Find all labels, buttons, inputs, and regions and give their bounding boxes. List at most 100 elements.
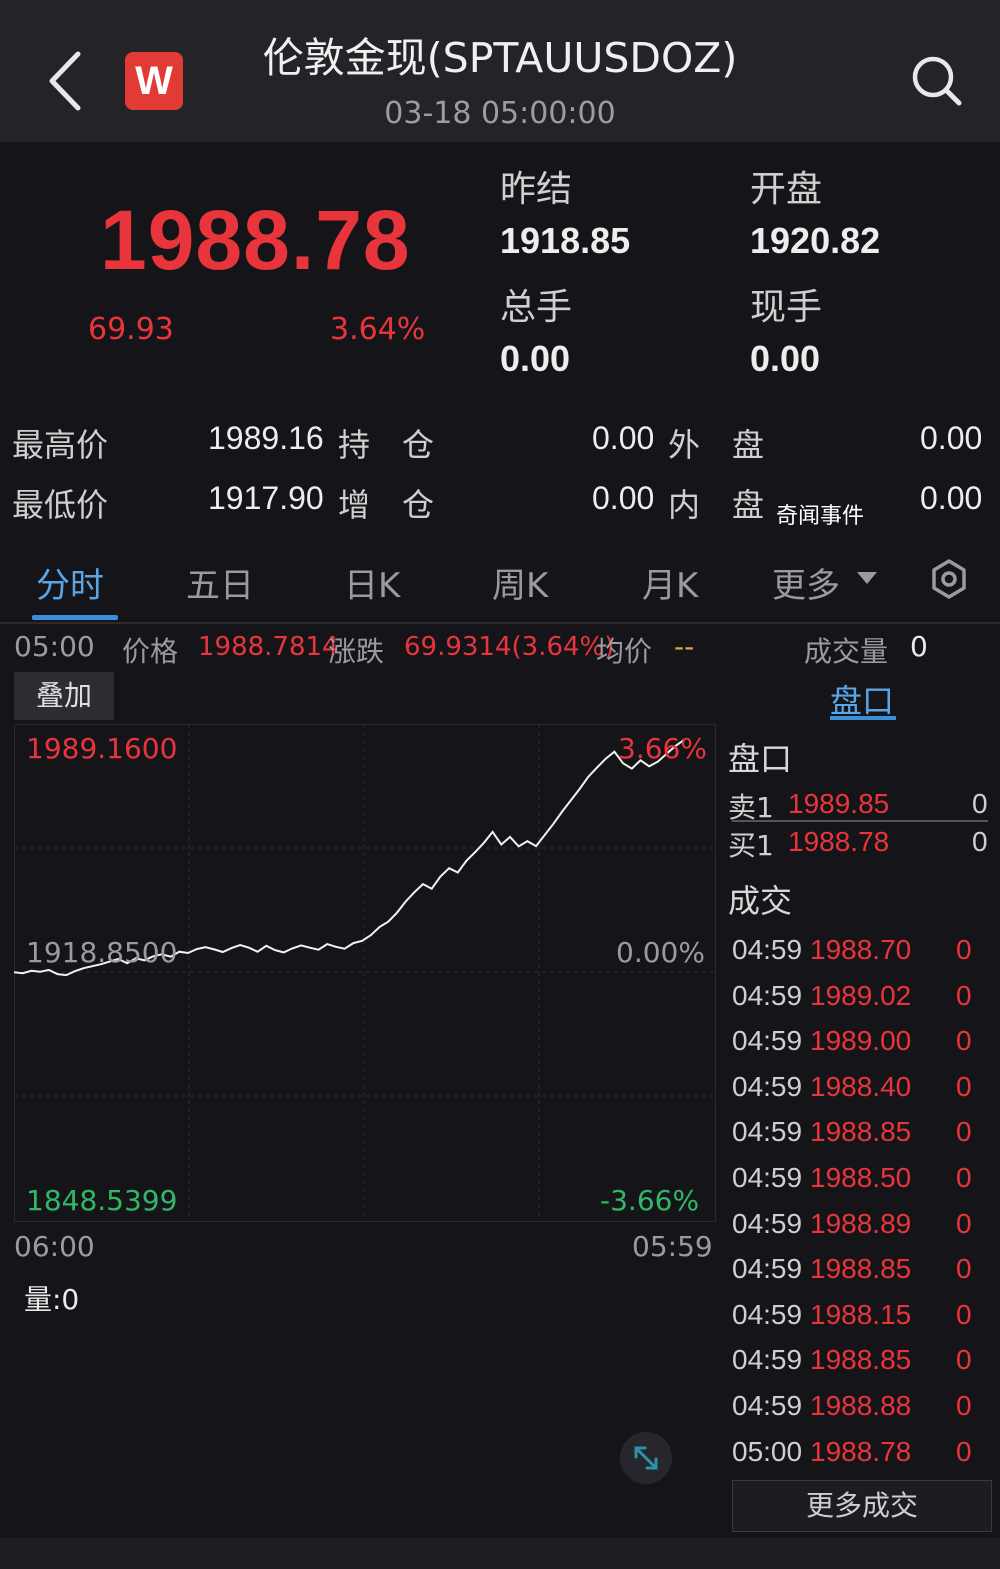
- info-time: 05:00: [14, 630, 95, 663]
- trade-time: 04:59: [732, 1025, 803, 1057]
- inner-label: 内 盘: [668, 486, 765, 524]
- trade-volume: 0: [956, 934, 972, 965]
- info-volume: 0: [910, 630, 928, 663]
- tabs-divider: [0, 622, 1000, 624]
- trade-time: 04:59: [732, 1344, 803, 1376]
- price-change-pct: 3.64%: [330, 312, 426, 347]
- dropdown-triangle-icon[interactable]: [856, 570, 878, 586]
- info-volume-label: 成交量: [804, 635, 889, 668]
- trade-time: 04:59: [732, 1298, 803, 1330]
- trade-volume: 0: [956, 1344, 972, 1376]
- sell1-price: 1989.85: [788, 788, 890, 819]
- trade-volume: 0: [956, 1025, 972, 1057]
- info-change: 69.9314(3.64%): [404, 632, 615, 662]
- high-label: 最高价: [12, 426, 109, 464]
- hold-label: 持 仓: [338, 426, 435, 464]
- expand-button[interactable]: [620, 1432, 672, 1484]
- buy1-volume: 0: [972, 826, 988, 857]
- more-trades-button[interactable]: 更多成交: [732, 1480, 992, 1532]
- tab-monthly-k[interactable]: 月K: [642, 558, 698, 607]
- volume-chart: [14, 1268, 714, 1530]
- trade-time: 04:59: [732, 1070, 803, 1102]
- info-avg: --: [674, 630, 695, 663]
- trade-volume: 0: [956, 1435, 972, 1467]
- volume-label: 量:0: [24, 1283, 80, 1316]
- trade-price: 1988.70: [810, 934, 912, 965]
- trade-price: 1988.89: [810, 1207, 912, 1239]
- trade-time: 05:00: [732, 1435, 803, 1467]
- pankou-title: 盘口: [728, 740, 793, 778]
- trade-volume: 0: [956, 1070, 972, 1102]
- orderbook-divider: [732, 820, 988, 822]
- trade-price: 1988.40: [810, 1070, 912, 1102]
- info-price-label: 价格: [122, 635, 179, 668]
- low-value: 1917.90: [208, 480, 324, 516]
- tab-intraday[interactable]: 分时: [36, 558, 104, 607]
- pankou-tab-indicator: [830, 716, 896, 720]
- quote-timestamp: 03-18 05:00:00: [384, 96, 616, 131]
- add-value: 0.00: [592, 480, 655, 516]
- trade-price: 1988.85: [810, 1116, 912, 1148]
- page-title: 伦敦金现(SPTAUUSDOZ): [262, 34, 738, 82]
- trade-time: 04:59: [732, 1390, 803, 1421]
- trade-price: 1988.85: [810, 1253, 912, 1285]
- trade-price: 1988.50: [810, 1162, 912, 1193]
- trade-price: 1988.78: [810, 1435, 912, 1467]
- total-hands-value: 0.00: [500, 338, 571, 379]
- overlay-button[interactable]: 叠加: [14, 672, 114, 720]
- tab-daily-k[interactable]: 日K: [344, 558, 400, 607]
- trade-time: 04:59: [732, 979, 803, 1011]
- trade-price: 1989.02: [810, 979, 912, 1011]
- y-mid-label: 1918.8500: [26, 936, 178, 969]
- trade-price: 1988.15: [810, 1298, 912, 1330]
- buy1-price: 1988.78: [788, 826, 890, 857]
- open-label: 开盘: [750, 169, 823, 210]
- search-icon[interactable]: [908, 52, 964, 108]
- trade-time: 04:59: [732, 934, 803, 965]
- current-price: 1988.78: [100, 193, 411, 287]
- tab-five-day[interactable]: 五日: [186, 558, 254, 607]
- y-min-pct: -3.66%: [600, 1184, 700, 1217]
- trade-time: 04:59: [732, 1253, 803, 1285]
- y-mid-pct: 0.00%: [616, 936, 705, 969]
- y-max-pct: 3.66%: [618, 732, 707, 765]
- prev-settle-value: 1918.85: [500, 220, 631, 261]
- trade-price: 1988.85: [810, 1344, 912, 1376]
- trade-volume: 0: [956, 1298, 972, 1330]
- trade-time: 04:59: [732, 1116, 803, 1148]
- trades-title: 成交: [728, 882, 793, 920]
- active-tab-indicator: [32, 615, 118, 620]
- current-hands-value: 0.00: [750, 338, 821, 379]
- y-min-label: 1848.5399: [26, 1184, 178, 1217]
- bottom-bar: [0, 1538, 1000, 1569]
- intraday-chart[interactable]: [14, 724, 714, 1220]
- trade-volume: 0: [956, 1390, 972, 1421]
- current-hands-label: 现手: [750, 287, 823, 328]
- low-label: 最低价: [12, 486, 109, 524]
- sell1-volume: 0: [972, 788, 988, 819]
- open-value: 1920.82: [750, 220, 881, 261]
- prev-settle-label: 昨结: [500, 169, 573, 210]
- expand-icon: [634, 1446, 658, 1470]
- info-avg-label: 均价: [596, 635, 653, 668]
- trade-volume: 0: [956, 1253, 972, 1285]
- tab-weekly-k[interactable]: 周K: [492, 558, 548, 607]
- x-end-label: 05:59: [632, 1230, 713, 1263]
- add-label: 增 仓: [338, 486, 435, 524]
- trade-volume: 0: [956, 1162, 972, 1193]
- trade-volume: 0: [956, 1116, 972, 1148]
- trade-volume: 0: [956, 1207, 972, 1239]
- settings-icon[interactable]: [928, 558, 970, 600]
- trade-time: 04:59: [732, 1207, 803, 1239]
- inner-value: 0.00: [920, 480, 983, 516]
- buy1-label: 买1: [728, 829, 774, 862]
- trade-volume: 0: [956, 979, 972, 1011]
- info-change-label: 涨跌: [328, 635, 385, 668]
- outer-value: 0.00: [920, 420, 983, 456]
- high-value: 1989.16: [208, 420, 324, 456]
- trade-time: 04:59: [732, 1162, 803, 1193]
- watermark-text: 奇闻事件: [776, 504, 865, 529]
- tab-more[interactable]: 更多: [772, 558, 840, 607]
- trade-price: 1988.88: [810, 1390, 912, 1421]
- total-hands-label: 总手: [500, 287, 573, 328]
